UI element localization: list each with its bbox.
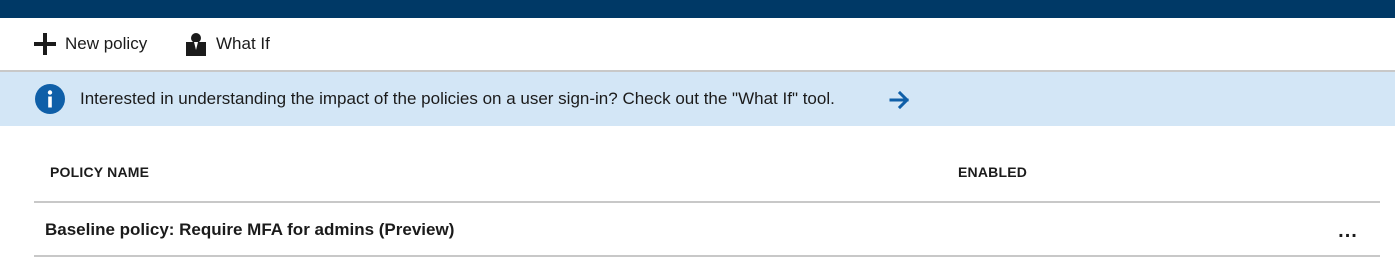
new-policy-label: New policy bbox=[65, 34, 148, 53]
new-policy-button[interactable]: New policy bbox=[33, 30, 147, 58]
column-header-enabled[interactable]: ENABLED bbox=[958, 164, 1027, 180]
table-row[interactable]: Baseline policy: Require MFA for admins … bbox=[34, 203, 1380, 257]
what-if-button[interactable]: What If bbox=[184, 30, 270, 58]
column-header-policy-name[interactable]: POLICY NAME bbox=[50, 164, 149, 180]
policies-table: POLICY NAME ENABLED Baseline policy: Req… bbox=[34, 126, 1380, 257]
info-banner-text: Interested in understanding the impact o… bbox=[80, 89, 835, 108]
what-if-label: What If bbox=[216, 34, 270, 53]
table-header: POLICY NAME ENABLED bbox=[34, 126, 1380, 203]
plus-icon bbox=[33, 32, 57, 56]
policy-name-cell: Baseline policy: Require MFA for admins … bbox=[45, 220, 455, 239]
portal-header-bar bbox=[0, 0, 1395, 18]
more-options-button[interactable]: ... bbox=[1332, 220, 1364, 242]
arrow-right-icon[interactable] bbox=[889, 90, 911, 110]
info-icon bbox=[35, 84, 65, 114]
person-icon bbox=[184, 32, 208, 56]
info-banner: Interested in understanding the impact o… bbox=[0, 72, 1395, 126]
command-bar: New policy What If bbox=[0, 18, 1395, 72]
